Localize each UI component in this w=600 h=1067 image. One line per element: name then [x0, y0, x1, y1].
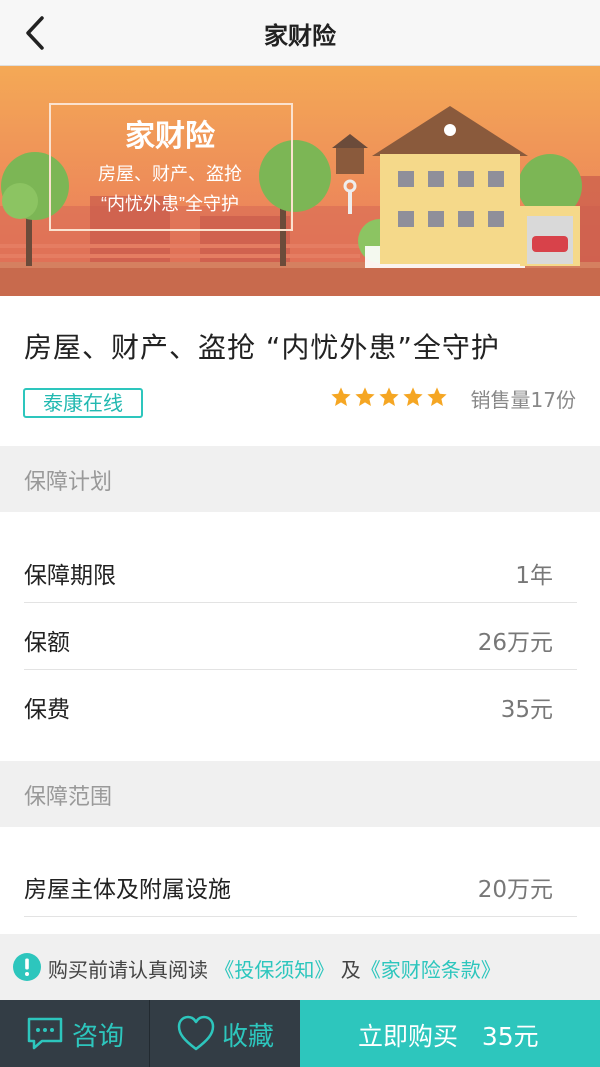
buy-price: 35元 — [481, 1022, 539, 1051]
star-icon — [355, 387, 375, 406]
bottom-action-bar: 咨询 收藏 立即购买 35元 — [0, 1000, 600, 1067]
plan-section-title: 保障计划 — [24, 470, 113, 495]
rating-stars — [330, 386, 448, 408]
chat-bubble-icon — [27, 1017, 63, 1050]
buy-label: 立即购买 — [358, 1022, 459, 1051]
row-value: 20万元 — [477, 877, 553, 903]
row-label: 保额 — [24, 630, 70, 656]
row-label: 房屋主体及附属设施 — [24, 877, 231, 903]
star-icon — [427, 387, 447, 406]
page-title: 家财险 — [264, 22, 336, 50]
row-value: 35元 — [500, 697, 553, 723]
plan-row: 保额 26万元 — [24, 603, 577, 670]
notice-middle: 及 — [340, 958, 361, 982]
consult-button[interactable]: 咨询 — [0, 1000, 149, 1067]
row-value: 1年 — [515, 563, 553, 589]
banner-illustration: 家财险 房屋、财产、盗抢 “内忧外患”全守护 — [0, 66, 600, 296]
star-icon — [379, 387, 399, 406]
banner-line1: 房屋、财产、盗抢 — [98, 164, 242, 184]
plan-row: 保费 35元 — [24, 670, 577, 737]
product-headline: 房屋、财产、盗抢 “内忧外患”全守护 — [24, 331, 500, 364]
notice-text: 购买前请认真阅读 《投保须知》 及《家财险条款》 — [48, 954, 501, 983]
plan-row: 保障期限 1年 — [24, 536, 577, 603]
row-value: 26万元 — [477, 630, 553, 656]
banner-title: 家财险 — [125, 119, 216, 153]
favorite-label: 收藏 — [222, 1022, 275, 1052]
scope-row: 房屋主体及附属设施 20万元 — [24, 850, 577, 917]
consult-label: 咨询 — [72, 1022, 125, 1052]
star-icon — [331, 387, 351, 406]
plan-section-header: 保障计划 — [0, 446, 600, 512]
buy-text: 立即购买 35元 — [358, 1017, 539, 1053]
buy-now-button[interactable]: 立即购买 35元 — [300, 1000, 600, 1067]
favorite-button[interactable]: 收藏 — [150, 1000, 300, 1067]
row-label: 保障期限 — [24, 563, 116, 589]
terms-notice-link[interactable]: 《投保须知》 — [214, 958, 334, 982]
sales-count: 销售量17份 — [470, 388, 576, 412]
purchase-notice: 购买前请认真阅读 《投保须知》 及《家财险条款》 — [0, 934, 600, 1000]
top-nav-bar: 家财险 — [0, 0, 600, 66]
scope-section-title: 保障范围 — [24, 785, 113, 810]
banner-line2: “内忧外患”全守护 — [101, 194, 239, 214]
product-banner: 家财险 房屋、财产、盗抢 “内忧外患”全守护 — [0, 66, 600, 296]
star-icon — [403, 387, 423, 406]
row-label: 保费 — [24, 697, 70, 723]
product-info: 房屋、财产、盗抢 “内忧外患”全守护 泰康在线 销售量17份 — [0, 296, 600, 446]
heart-icon — [177, 1015, 215, 1051]
provider-tag: 泰康在线 — [23, 388, 143, 418]
notice-prefix: 购买前请认真阅读 — [48, 958, 208, 982]
exclamation-circle-icon — [13, 953, 41, 981]
policy-terms-link[interactable]: 《家财险条款》 — [361, 958, 501, 982]
scope-section-header: 保障范围 — [0, 761, 600, 827]
